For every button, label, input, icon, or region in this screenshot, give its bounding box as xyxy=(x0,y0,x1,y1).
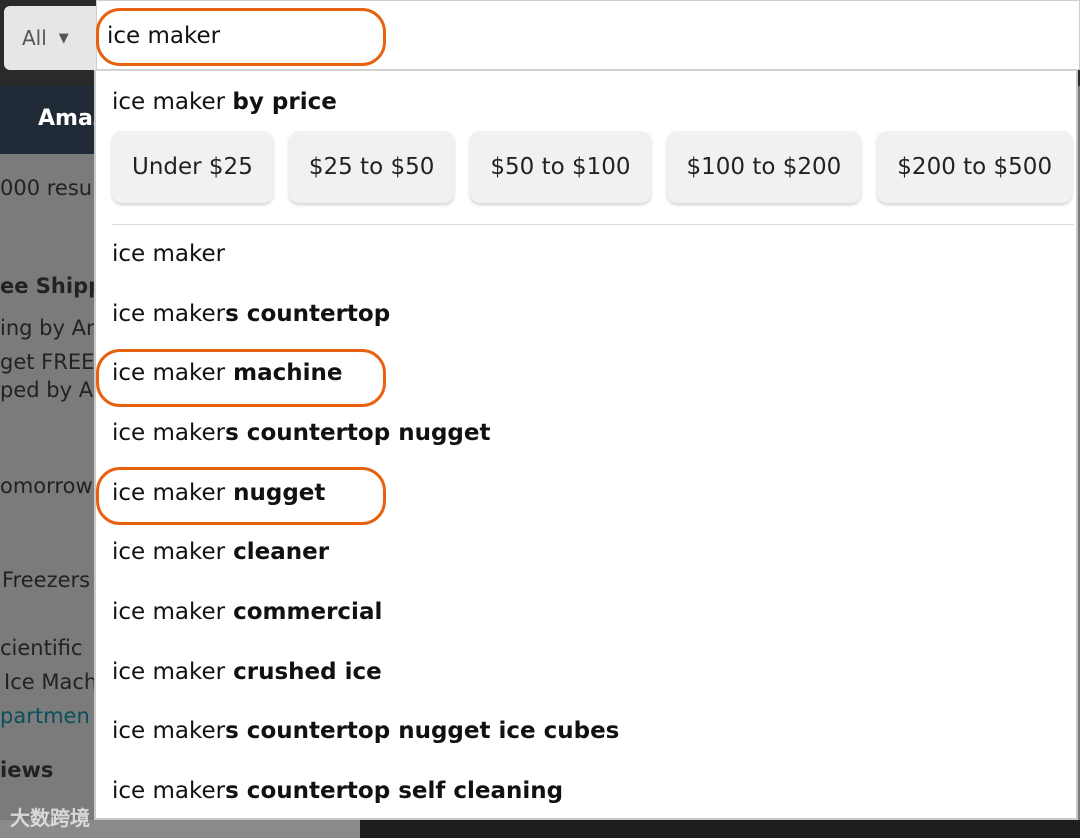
price-chips: Under $25 $25 to $50 $50 to $100 $100 to $2… xyxy=(112,131,1073,203)
suggestion-prefix: ice maker xyxy=(112,539,226,566)
suggestion-suffix: commercial xyxy=(225,598,383,625)
sidebar-text: iews xyxy=(0,758,54,782)
price-chip[interactable]: $100 to $200 xyxy=(666,131,862,203)
sidebar-text: omorrow xyxy=(0,474,93,498)
suggestion-item[interactable]: ice maker xyxy=(112,224,619,284)
suggestion-prefix: ice maker xyxy=(112,658,226,685)
scope-label: All xyxy=(22,26,47,50)
sidebar-text: get FREE xyxy=(0,350,95,374)
price-chip[interactable]: $50 to $100 xyxy=(470,131,651,203)
suggestion-prefix: ice maker xyxy=(112,778,226,805)
suggestion-prefix: ice maker xyxy=(112,240,226,267)
autocomplete-dropdown: ice maker by price Under $25 $25 to $50 $5… xyxy=(94,70,1078,820)
suggestion-suffix: s countertop xyxy=(225,300,391,327)
sidebar-text: partmen xyxy=(0,704,90,728)
suggestion-suffix: crushed ice xyxy=(225,658,382,685)
price-heading-suffix: by price xyxy=(232,89,337,115)
suggestion-suffix: s countertop self cleaning xyxy=(225,778,564,805)
search-scope-select[interactable]: All ▼ xyxy=(4,6,96,70)
sidebar-text: ee Shipp xyxy=(0,274,104,298)
suggestion-item[interactable]: ice maker s countertop nugget xyxy=(112,403,619,463)
suggestion-item[interactable]: ice maker s countertop xyxy=(112,284,619,344)
suggestion-prefix: ice maker xyxy=(112,718,226,745)
suggestion-suffix: cleaner xyxy=(225,539,330,566)
footer-strip-dark xyxy=(360,820,1080,838)
suggestion-item[interactable]: ice maker s countertop nugget ice cubes xyxy=(112,702,619,762)
highlight-search-query xyxy=(96,8,386,66)
sidebar-text: ped by A xyxy=(0,378,94,402)
highlight-suggestion-nugget xyxy=(96,467,386,525)
sidebar-text: cientific xyxy=(0,636,83,660)
suggestion-item[interactable]: ice maker s countertop self cleaning xyxy=(112,761,619,821)
suggestion-item[interactable]: ice maker cleaner xyxy=(112,522,619,582)
suggestion-prefix: ice maker xyxy=(112,598,226,625)
watermark: 大数跨境 xyxy=(10,806,90,830)
suggestion-prefix: ice maker xyxy=(112,419,226,446)
sidebar-text: Freezers xyxy=(2,568,91,592)
suggestion-prefix: ice maker xyxy=(112,300,226,327)
suggestion-item[interactable]: ice maker commercial xyxy=(112,582,619,642)
suggestion-suffix: s countertop nugget ice cubes xyxy=(225,718,620,745)
price-heading: ice maker by price xyxy=(112,89,337,115)
price-chip[interactable]: $25 to $50 xyxy=(288,131,455,203)
price-chip[interactable]: $200 to $500 xyxy=(877,131,1073,203)
suggestion-suffix: s countertop nugget xyxy=(225,419,491,446)
price-heading-prefix: ice maker xyxy=(112,89,226,115)
caret-down-icon: ▼ xyxy=(58,30,69,46)
results-count: 000 resu xyxy=(0,176,93,200)
highlight-suggestion-machine xyxy=(96,349,386,407)
sidebar-text: ing by Ar xyxy=(0,316,95,340)
sidebar-text: Ice Mach xyxy=(4,670,98,694)
price-chip[interactable]: Under $25 xyxy=(112,131,273,203)
suggestion-item[interactable]: ice maker crushed ice xyxy=(112,642,619,702)
